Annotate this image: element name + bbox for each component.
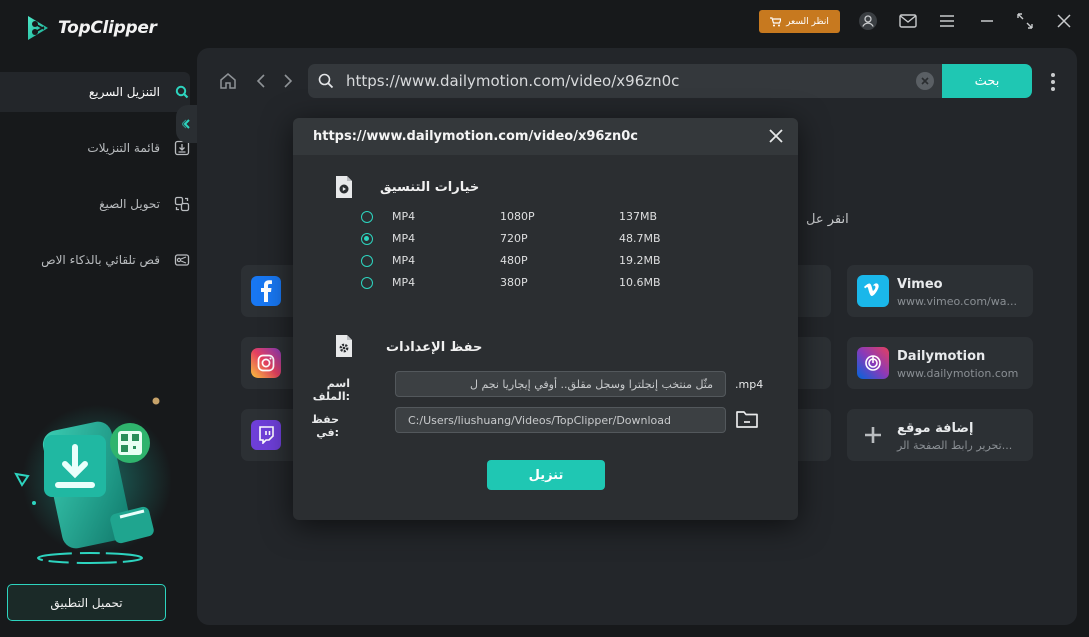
vimeo-icon: [857, 275, 889, 307]
format-size: 48.7MB: [619, 232, 661, 245]
format-resolution: 720P: [500, 232, 528, 245]
format-option-1080p[interactable]: MP4 1080P 137MB: [361, 208, 681, 226]
format-type: MP4: [392, 210, 416, 223]
cart-icon: [770, 16, 782, 26]
sidebar-item-label: قص تلقائي بالذكاء الاص: [41, 253, 160, 267]
home-icon[interactable]: [218, 71, 238, 91]
search-icon: [318, 73, 334, 89]
topclipper-logo-icon: [28, 16, 48, 40]
site-url: تحرير رابط الصفحة الر...: [897, 439, 1013, 452]
add-site-card[interactable]: إضافة موقع تحرير رابط الصفحة الر...: [847, 409, 1033, 461]
hint-text: انقر عل: [806, 212, 849, 227]
twitch-icon: [251, 420, 281, 450]
format-type: MP4: [392, 232, 416, 245]
sidebar-item-convert[interactable]: تحويل الصيغ: [0, 184, 190, 224]
app-name: TopClipper: [58, 18, 157, 38]
format-type: MP4: [392, 254, 416, 267]
sidebar-item-ai-cut[interactable]: قص تلقائي بالذكاء الاص: [0, 240, 190, 280]
maximize-icon[interactable]: [1014, 10, 1036, 32]
minimize-icon[interactable]: [976, 10, 998, 32]
format-option-720p[interactable]: MP4 720P 48.7MB: [361, 230, 681, 248]
site-url: www.vimeo.com/wa...: [897, 295, 1017, 308]
radio-button[interactable]: [361, 255, 373, 267]
format-resolution: 1080P: [500, 210, 535, 223]
dailymotion-icon: [857, 347, 889, 379]
sidebar-item-label: التنزيل السريع: [88, 85, 160, 99]
back-icon[interactable]: [251, 71, 271, 91]
chevron-left-icon: [182, 119, 190, 129]
filename-label: اسم الملف:: [312, 377, 350, 403]
radio-button[interactable]: [361, 211, 373, 223]
video-cut-icon: [174, 252, 190, 268]
site-name: Dailymotion: [897, 349, 986, 364]
save-section-title: حفظ الإعدادات: [386, 340, 483, 355]
mail-icon[interactable]: [897, 10, 919, 32]
plus-icon: [857, 419, 889, 451]
format-size: 10.6MB: [619, 276, 661, 289]
save-to-label: حفظ في:: [311, 413, 339, 439]
site-card-dailymotion[interactable]: Dailymotion www.dailymotion.com: [847, 337, 1033, 389]
download-options-dialog: https://www.dailymotion.com/video/x96zn0…: [293, 118, 798, 520]
url-bar[interactable]: https://www.dailymotion.com/video/x96zn0…: [308, 64, 942, 98]
sidebar-item-label: قائمة التنزيلات: [87, 141, 160, 155]
sidebar-item-label: تحويل الصيغ: [99, 197, 160, 211]
menu-icon[interactable]: [936, 10, 958, 32]
site-name: Vimeo: [897, 277, 943, 292]
sidebar-item-download-list[interactable]: قائمة التنزيلات: [0, 128, 190, 168]
clear-url-icon[interactable]: [916, 72, 934, 90]
account-icon[interactable]: [857, 10, 879, 32]
app-logo: TopClipper: [26, 14, 157, 42]
format-size: 137MB: [619, 210, 658, 223]
view-price-button[interactable]: انظر السعر: [759, 10, 840, 33]
close-window-icon[interactable]: [1053, 10, 1075, 32]
url-input[interactable]: https://www.dailymotion.com/video/x96zn0…: [346, 72, 679, 90]
more-options-icon[interactable]: [1046, 70, 1060, 94]
file-extension: .mp4: [735, 378, 764, 391]
instagram-icon: [251, 348, 281, 378]
app-promo-illustration: [14, 397, 172, 564]
collapse-sidebar-toggle[interactable]: [176, 105, 198, 143]
radio-button[interactable]: [361, 277, 373, 289]
format-section-title: خيارات التنسيق: [380, 180, 480, 195]
video-file-icon: [336, 176, 352, 198]
format-resolution: 380P: [500, 276, 528, 289]
filename-input[interactable]: مثّل منتخب إنجلترا وسجل مقلق.. أوفي إيجا…: [395, 371, 726, 397]
search-button[interactable]: بحث: [942, 64, 1032, 98]
folder-icon[interactable]: [735, 408, 759, 430]
save-path-input[interactable]: C:/Users/liushuang/Videos/TopClipper/Dow…: [395, 407, 726, 433]
view-price-label: انظر السعر: [786, 16, 829, 27]
settings-file-icon: [336, 335, 352, 357]
close-icon[interactable]: [768, 128, 784, 144]
install-app-button[interactable]: تحميل التطبيق: [7, 584, 166, 621]
search-icon: [174, 84, 190, 100]
format-option-380p[interactable]: MP4 380P 10.6MB: [361, 274, 681, 292]
facebook-icon: [251, 276, 281, 306]
site-card-vimeo[interactable]: Vimeo www.vimeo.com/wa...: [847, 265, 1033, 317]
format-option-480p[interactable]: MP4 480P 19.2MB: [361, 252, 681, 270]
radio-button-selected[interactable]: [361, 233, 373, 245]
format-type: MP4: [392, 276, 416, 289]
format-resolution: 480P: [500, 254, 528, 267]
dialog-title: https://www.dailymotion.com/video/x96zn0…: [313, 129, 639, 144]
convert-icon: [174, 196, 190, 212]
site-name: إضافة موقع: [897, 421, 974, 436]
format-size: 19.2MB: [619, 254, 661, 267]
sidebar-item-quick-download[interactable]: التنزيل السريع: [0, 72, 190, 112]
site-url: www.dailymotion.com: [897, 367, 1019, 380]
download-button[interactable]: تنزيل: [487, 460, 605, 490]
forward-icon[interactable]: [278, 71, 298, 91]
